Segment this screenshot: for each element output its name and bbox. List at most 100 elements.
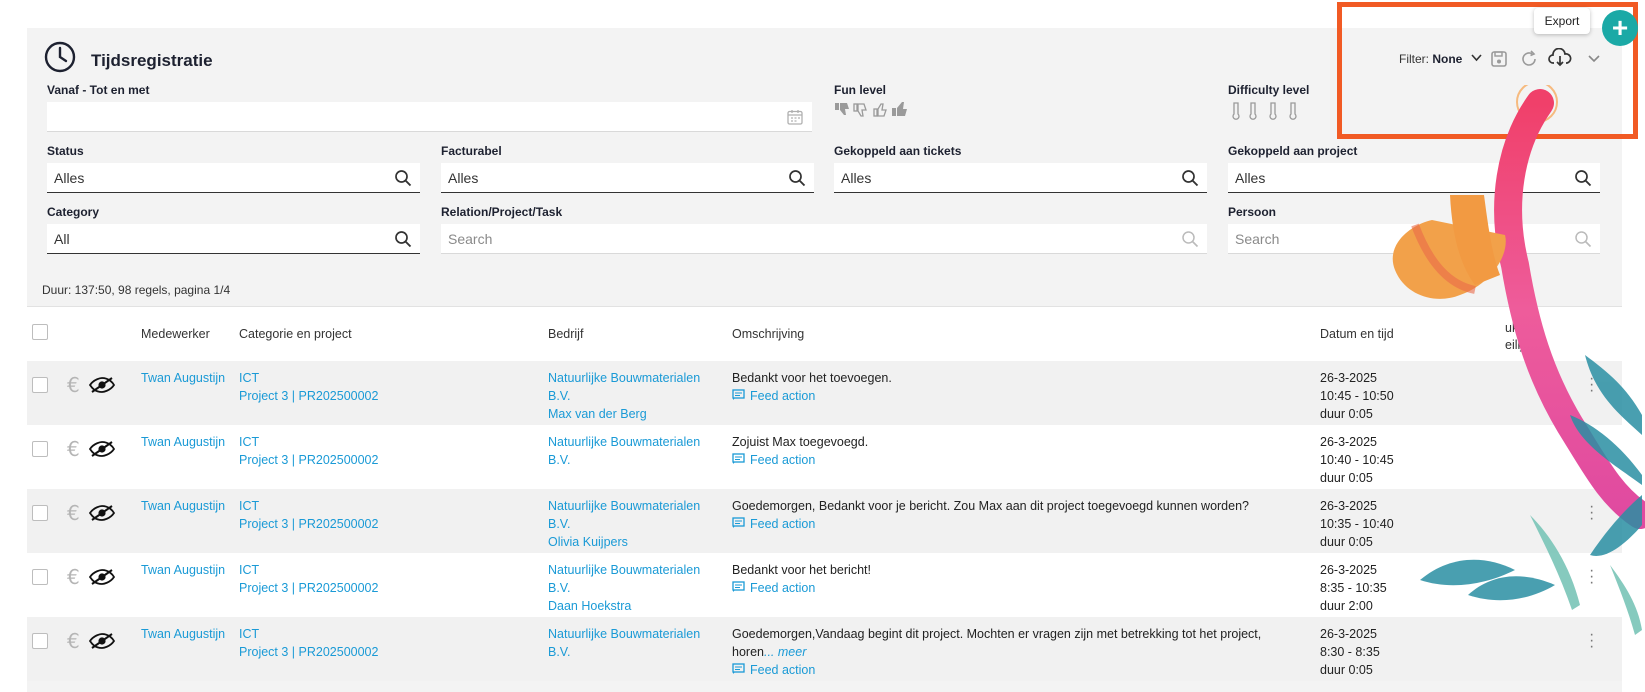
facturabel-value: Alles (448, 170, 479, 186)
eye-slash-icon[interactable] (89, 441, 115, 457)
date-text: 26-3-2025 (1320, 627, 1377, 641)
status-label: Status (47, 144, 84, 158)
search-icon[interactable] (394, 169, 412, 187)
search-icon[interactable] (394, 230, 412, 248)
row-checkbox[interactable] (32, 441, 48, 457)
description-line2-text: horen (732, 645, 764, 659)
category-label: Category (47, 205, 100, 219)
relation-label: Relation/Project/Task (441, 205, 563, 219)
relation-placeholder: Search (448, 231, 493, 247)
euro-icon[interactable]: € (67, 565, 80, 589)
search-icon[interactable] (1181, 230, 1199, 248)
category-link[interactable]: ICT (239, 433, 259, 451)
contact-link[interactable]: Daan Hoekstra (548, 597, 631, 615)
thermometer-icon (1232, 102, 1297, 120)
feed-action-link[interactable]: Feed action (732, 515, 815, 533)
row-checkbox[interactable] (32, 633, 48, 649)
company-name-line2: B.V. (548, 581, 571, 595)
euro-icon[interactable]: € (67, 373, 80, 397)
medewerker-link[interactable]: Twan Augustijn (141, 369, 225, 387)
col-omschrijving[interactable]: Omschrijving (732, 327, 804, 341)
feed-action-label: Feed action (750, 389, 816, 403)
category-link[interactable]: ICT (239, 561, 259, 579)
company-link[interactable]: Natuurlijke Bouwmaterialen B.V. (548, 561, 700, 597)
medewerker-link[interactable]: Twan Augustijn (141, 433, 225, 451)
company-name-line2: B.V. (548, 453, 571, 467)
description-text: Bedankt voor het bericht! (732, 561, 1292, 579)
feed-action-link[interactable]: Feed action (732, 451, 815, 469)
description-line1: Bedankt voor het toevoegen. (732, 371, 892, 385)
row-checkbox[interactable] (32, 377, 48, 393)
col-medewerker[interactable]: Medewerker (141, 327, 210, 341)
pointer-hand-illustration (1392, 85, 1645, 635)
company-link[interactable]: Natuurlijke Bouwmaterialen B.V. (548, 497, 700, 533)
project-link[interactable]: Project 3 | PR202500002 (239, 515, 378, 533)
project-link[interactable]: Project 3 | PR202500002 (239, 451, 378, 469)
company-link[interactable]: Natuurlijke Bouwmaterialen B.V. (548, 369, 700, 405)
contact-link[interactable]: Olivia Kuijpers (548, 533, 628, 551)
difficulty-level-label: Difficulty level (1228, 83, 1310, 97)
eye-slash-icon[interactable] (89, 569, 115, 585)
select-all-checkbox[interactable] (32, 324, 48, 340)
difficulty-level-rating[interactable] (1230, 101, 1310, 121)
description-text: Goedemorgen, Bedankt voor je bericht. Zo… (732, 497, 1292, 515)
summary-text: Duur: 137:50, 98 regels, pagina 1/4 (42, 283, 231, 297)
facturabel-label: Facturabel (441, 144, 502, 158)
search-icon[interactable] (1181, 169, 1199, 187)
relation-search-input[interactable]: Search (441, 224, 1207, 254)
plus-icon[interactable]: + (1602, 10, 1638, 46)
project-link[interactable]: Project 3 | PR202500002 (239, 579, 378, 597)
description-line1: Bedankt voor het bericht! (732, 563, 871, 577)
description-text: Bedankt voor het toevoegen. (732, 369, 1292, 387)
date-range-field[interactable] (47, 102, 812, 132)
euro-icon[interactable]: € (67, 501, 80, 525)
euro-icon[interactable]: € (67, 437, 80, 461)
project-link[interactable]: Project 3 | PR202500002 (239, 387, 378, 405)
feed-action-link[interactable]: Feed action (732, 387, 815, 405)
company-link[interactable]: Natuurlijke Bouwmaterialen B.V. (548, 625, 700, 661)
gekoppeld-tickets-select[interactable]: Alles (834, 163, 1207, 193)
col-categorie[interactable]: Categorie en project (239, 327, 352, 341)
category-select[interactable]: All (47, 224, 420, 254)
date-range-label: Vanaf - Tot en met (47, 83, 150, 97)
thumbs-up-double-icon (892, 102, 907, 116)
description-text: Goedemorgen,Vandaag begint dit project. … (732, 625, 1292, 661)
duration-text: duur 0:05 (1320, 663, 1373, 677)
gekoppeld-project-value: Alles (1235, 170, 1266, 186)
company-name-line1: Natuurlijke Bouwmaterialen (548, 371, 701, 385)
feed-action-link[interactable]: Feed action (732, 661, 815, 679)
fun-level-rating[interactable] (834, 101, 914, 119)
medewerker-link[interactable]: Twan Augustijn (141, 497, 225, 515)
feed-action-label: Feed action (750, 581, 816, 595)
search-icon[interactable] (788, 169, 806, 187)
thumbs-down-icon (853, 103, 867, 117)
thumbs-up-icon (873, 103, 887, 117)
euro-icon[interactable]: € (67, 629, 80, 653)
project-link[interactable]: Project 3 | PR202500002 (239, 643, 378, 661)
category-link[interactable]: ICT (239, 497, 259, 515)
row-checkbox[interactable] (32, 569, 48, 585)
status-select[interactable]: Alles (47, 163, 420, 193)
description-line1: Zojuist Max toegevoegd. (732, 435, 869, 449)
eye-slash-icon[interactable] (89, 505, 115, 521)
message-icon (732, 517, 745, 528)
contact-link[interactable]: Max van der Berg (548, 405, 647, 423)
message-icon (732, 663, 745, 674)
duration-text: duur 2:00 (1320, 599, 1373, 613)
category-link[interactable]: ICT (239, 625, 259, 643)
date-text: 26-3-2025 (1320, 563, 1377, 577)
medewerker-link[interactable]: Twan Augustijn (141, 561, 225, 579)
medewerker-link[interactable]: Twan Augustijn (141, 625, 225, 643)
facturabel-select[interactable]: Alles (441, 163, 814, 193)
row-checkbox[interactable] (32, 505, 48, 521)
eye-slash-icon[interactable] (89, 633, 115, 649)
category-link[interactable]: ICT (239, 369, 259, 387)
col-bedrijf[interactable]: Bedrijf (548, 327, 583, 341)
calendar-icon[interactable] (786, 108, 804, 126)
feed-action-link[interactable]: Feed action (732, 579, 815, 597)
more-link[interactable]: ... meer (764, 645, 806, 659)
eye-slash-icon[interactable] (89, 377, 115, 393)
time-range-text: 8:35 - 10:35 (1320, 581, 1387, 595)
page-title: Tijdsregistratie (91, 51, 213, 70)
company-link[interactable]: Natuurlijke Bouwmaterialen B.V. (548, 433, 700, 469)
